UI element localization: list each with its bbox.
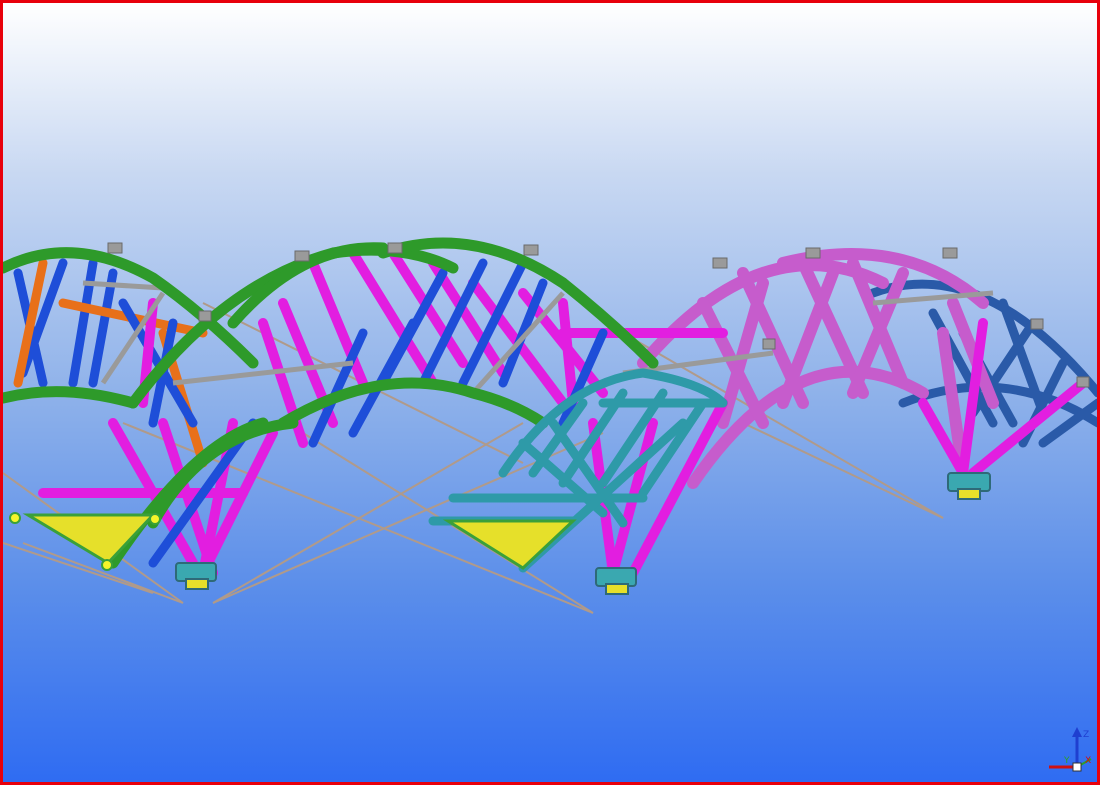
model-viewport[interactable]: Z Y X <box>0 0 1100 785</box>
x-axis-label: X <box>1085 756 1091 766</box>
z-axis-label: Z <box>1083 730 1089 740</box>
axis-triad-icon: Z Y X <box>1049 727 1092 772</box>
truss-model-3d-view[interactable] <box>3 3 1100 785</box>
y-axis-label: Y <box>1063 756 1070 766</box>
z-axis-arrowhead <box>1072 727 1082 737</box>
axis-origin <box>1072 762 1082 772</box>
